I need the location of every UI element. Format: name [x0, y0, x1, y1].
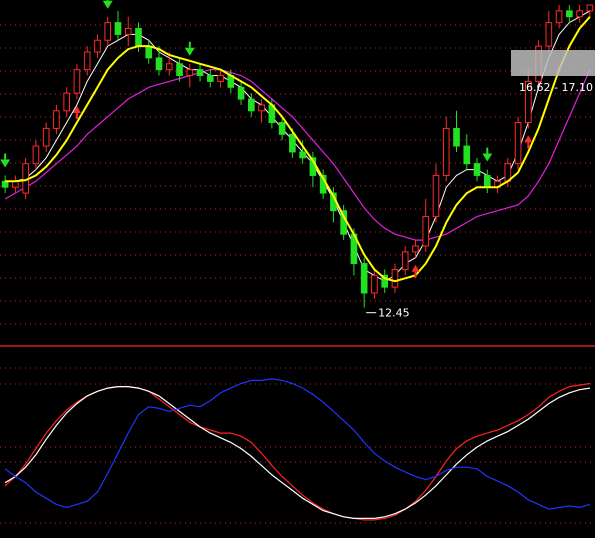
candle-up: [432, 174, 440, 218]
candle-up: [576, 10, 583, 18]
range-marker-box: [511, 50, 595, 76]
candle-down: [473, 163, 481, 176]
candle-down: [289, 133, 296, 153]
candle-up: [83, 51, 91, 71]
candle-up: [217, 75, 224, 82]
candle-up: [63, 92, 71, 112]
candle-down: [206, 75, 214, 82]
candle-up: [442, 127, 450, 176]
candle-up: [124, 28, 132, 35]
candle-up: [412, 245, 419, 253]
candle-down: [248, 98, 255, 112]
chart-background: [0, 0, 595, 538]
candle-up: [514, 122, 522, 165]
candle-down: [176, 63, 183, 77]
low-price-label: 12.45: [378, 307, 410, 320]
candle-down: [114, 22, 122, 35]
candle-up: [422, 216, 430, 247]
candle-down: [237, 86, 245, 100]
candle-up: [391, 268, 399, 288]
candle-up: [94, 39, 101, 53]
candle-up: [401, 251, 409, 270]
stock-chart: 12.45: [0, 0, 595, 538]
candle-down: [360, 263, 368, 294]
candle-down: [453, 127, 460, 147]
candle-up: [186, 69, 194, 77]
candle-down: [566, 10, 573, 18]
candle-down: [463, 145, 471, 165]
candle-down: [135, 28, 142, 47]
candle-down: [483, 174, 491, 188]
candle-down: [299, 151, 306, 159]
candle-up: [53, 110, 60, 129]
candle-down: [145, 45, 153, 59]
candle-down: [196, 69, 204, 77]
candle-up: [73, 69, 81, 94]
candle-up: [258, 104, 265, 112]
candle-up: [555, 10, 563, 24]
candle-up: [32, 145, 40, 165]
candle-up: [42, 127, 50, 147]
candle-up: [165, 63, 173, 71]
candle-up: [104, 22, 112, 41]
candle-up: [371, 274, 378, 294]
candle-down: [155, 57, 163, 71]
candle-up: [545, 22, 553, 47]
range-label: 16.62 - 17.10: [519, 81, 593, 94]
candle-down: [278, 122, 286, 135]
candle-up: [586, 4, 594, 12]
